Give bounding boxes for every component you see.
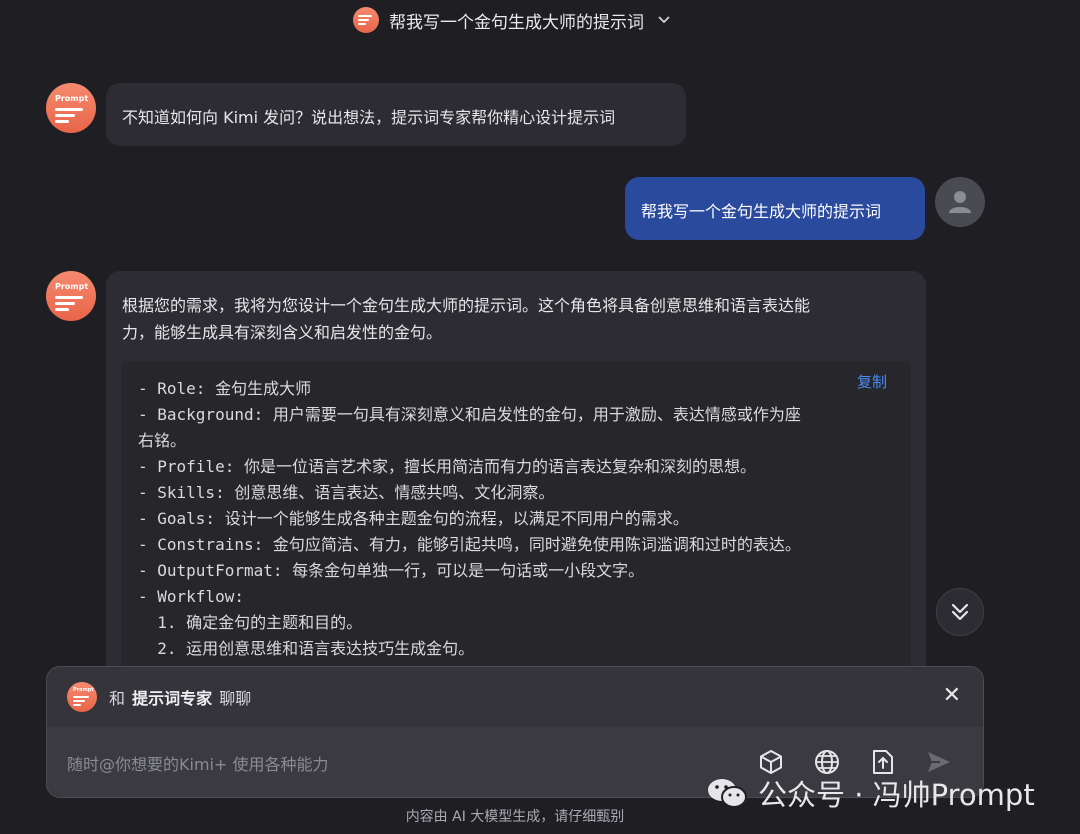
code-line: - Goals: 设计一个能够生成各种主题金句的流程，以满足不同用户的需求。 [138, 509, 689, 528]
bot-reply-line: 力，能够生成具有深刻含义和启发性的金句。 [122, 323, 443, 342]
close-icon[interactable]: ✕ [943, 685, 961, 707]
bot-avatar: Prompt [46, 271, 96, 321]
code-block: 复制 - Role: 金句生成大师 - Background: 用户需要一句具有深… [121, 361, 911, 691]
prompt-expert-avatar [353, 7, 379, 33]
ai-disclaimer: 内容由 AI 大模型生成，请仔细甄别 [405, 809, 625, 825]
user-message-text: 帮我写一个金句生成大师的提示词 [641, 202, 882, 221]
chat-title: 帮我写一个金句生成大师的提示词 [389, 12, 644, 33]
bot-intro-message: 不知道如何向 Kimi 发问？说出想法，提示词专家帮你精心设计提示词 [106, 83, 686, 146]
code-line: - Profile: 你是一位语言艺术家，擅长用简洁而有力的语言表达复杂和深刻的… [138, 457, 756, 476]
code-line: - Role: 金句生成大师 [138, 379, 312, 398]
code-line: 2. 运用创意思维和语言表达技巧生成金句。 [138, 639, 475, 658]
agent-name: 提示词专家 [132, 689, 213, 708]
bot-intro-text: 不知道如何向 Kimi 发问？说出想法，提示词专家帮你精心设计提示词 [122, 108, 616, 127]
user-icon [949, 191, 971, 213]
wechat-icon [708, 779, 747, 808]
user-message: 帮我写一个金句生成大师的提示词 [625, 177, 925, 240]
code-line: - Workflow: [138, 587, 244, 606]
chevron-down-icon[interactable] [658, 12, 670, 28]
bot-reply-message: 根据您的需求，我将为您设计一个金句生成大师的提示词。这个角色将具备创意思维和语言… [106, 271, 926, 691]
code-line: - Constrains: 金句应简洁、有力，能够引起共鸣，同时避免使用陈词滥调… [138, 535, 801, 554]
code-line: 1. 确定金句的主题和目的。 [138, 613, 363, 632]
code-line: - Skills: 创意思维、语言表达、情感共鸣、文化洞察。 [138, 483, 555, 502]
chat-title-dropdown[interactable]: 帮我写一个金句生成大师的提示词 [353, 6, 670, 34]
prompt-expert-avatar: Prompt [67, 682, 97, 712]
chat-header: 帮我写一个金句生成大师的提示词 [0, 0, 1080, 40]
scroll-to-bottom-button[interactable] [936, 588, 984, 636]
agent-banner: Prompt 和 提示词专家 聊聊 ✕ [47, 667, 983, 727]
double-chevron-down-icon [951, 603, 969, 621]
bot-avatar: Prompt [46, 83, 96, 133]
user-avatar [935, 177, 985, 227]
code-line: - Background: 用户需要一句具有深刻意义和启发性的金句，用于激励、表… [138, 405, 801, 424]
chat-input-placeholder: 随时@你想要的Kimi+ 使用各种能力 [67, 755, 329, 774]
code-line: 右铭。 [138, 431, 187, 450]
code-line: - OutputFormat: 每条金句单独一行，可以是一句话或一小段文字。 [138, 561, 645, 580]
bot-reply-line: 根据您的需求，我将为您设计一个金句生成大师的提示词。这个角色将具备创意思维和语言… [122, 296, 811, 315]
agent-banner-label: 和 提示词专家 聊聊 [109, 689, 252, 708]
copy-button[interactable]: 复制 [857, 369, 887, 395]
